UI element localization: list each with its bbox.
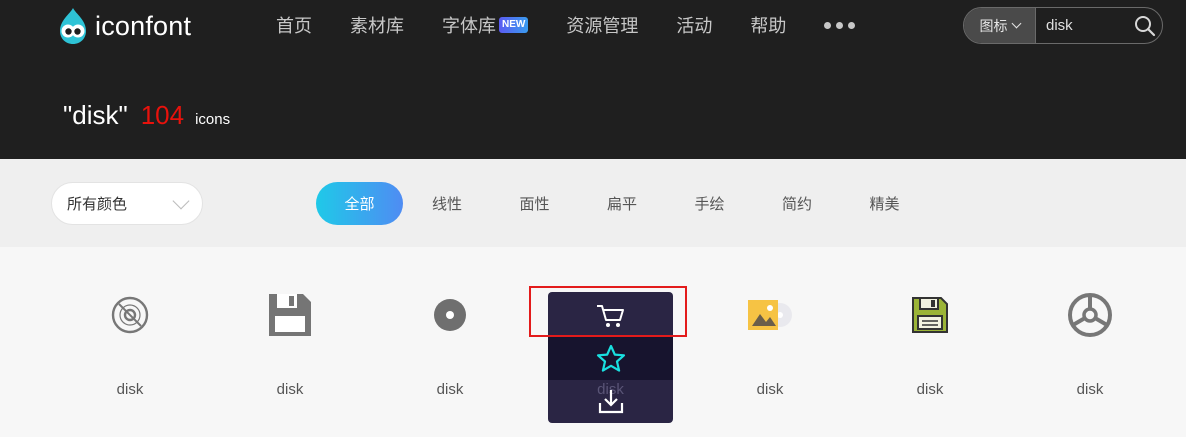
more-icon[interactable] [824, 21, 860, 29]
favorite-button[interactable] [548, 337, 673, 380]
disc-outline-icon [106, 291, 154, 339]
nav-label: 首页 [276, 16, 312, 36]
download-button[interactable] [548, 379, 673, 422]
icon-card[interactable]: disk [370, 247, 530, 437]
icon-label: disk [756, 381, 784, 398]
icon-card[interactable]: disk [50, 247, 210, 437]
icon-label: disk [916, 381, 944, 398]
search-input[interactable] [1036, 17, 1128, 34]
tab-filled[interactable]: 面性 [520, 182, 550, 225]
nav-item-fonts[interactable]: 字体库 NEW [442, 12, 529, 38]
icon-card[interactable]: disk [1010, 247, 1170, 437]
disk-dot-icon [426, 291, 474, 339]
icon-card[interactable]: disk [690, 247, 850, 437]
tab-linear[interactable]: 线性 [432, 182, 462, 225]
floppy-disk-icon [266, 291, 314, 339]
tab-flat[interactable]: 扁平 [607, 182, 637, 225]
download-icon [598, 389, 623, 413]
result-title: "disk" 104 icons [63, 100, 230, 131]
icon-card[interactable]: disk [850, 247, 1010, 437]
icon-label: disk [116, 381, 144, 398]
nav-label: 字体库 [442, 16, 496, 36]
icon-label: disk [1076, 381, 1104, 398]
icon-card[interactable]: disk [210, 247, 370, 437]
nav-item-help[interactable]: 帮助 [750, 12, 786, 38]
iconfont-logo-icon [60, 8, 86, 44]
nav-label: 素材库 [350, 16, 404, 36]
search-type-label: 图标 [979, 17, 1008, 34]
icon-label: disk [276, 381, 304, 398]
tab-fine[interactable]: 精美 [870, 182, 900, 225]
result-count: 104 [140, 100, 185, 130]
nav-label: 帮助 [750, 16, 787, 36]
header: iconfont 首页 素材库 字体库NEW 资源管理 活动 帮助 图标 "di… [0, 0, 1186, 159]
chevron-down-icon [172, 192, 190, 210]
search-icon[interactable] [1128, 8, 1162, 43]
tab-handdrawn[interactable]: 手绘 [695, 182, 725, 225]
main-nav: 首页 素材库 字体库 NEW 资源管理 活动 帮助 [276, 10, 860, 40]
search-bar: 图标 [963, 7, 1163, 44]
nav-item-home[interactable]: 首页 [276, 12, 312, 38]
logo[interactable]: iconfont [55, 6, 191, 46]
style-tabs: 全部 线性 面性 扁平 手绘 简约 精美 [316, 182, 957, 225]
tab-simple[interactable]: 简约 [782, 182, 812, 225]
nav-item-resources[interactable]: 资源管理 [566, 12, 638, 38]
chevron-down-icon [1011, 18, 1021, 29]
floppy-disk-color-icon [906, 291, 954, 339]
nav-item-materials[interactable]: 素材库 [350, 12, 404, 38]
color-filter-select[interactable]: 所有颜色 [51, 182, 203, 225]
highlight-box [529, 286, 687, 337]
search-type-select[interactable]: 图标 [964, 8, 1036, 43]
color-filter-label: 所有颜色 [67, 196, 128, 213]
nav-label: 活动 [676, 16, 713, 36]
new-badge: NEW [499, 17, 529, 33]
nav-item-events[interactable]: 活动 [676, 12, 712, 38]
icon-label: disk [436, 381, 464, 398]
result-unit: icons [195, 111, 231, 128]
star-icon [596, 344, 625, 372]
filter-bar: 所有颜色 全部 线性 面性 扁平 手绘 简约 精美 [0, 159, 1186, 247]
tab-all[interactable]: 全部 [316, 182, 403, 225]
logo-text: iconfont [95, 10, 192, 41]
wheel-disk-icon [1066, 291, 1114, 339]
image-disc-icon [746, 291, 794, 339]
search-query: "disk" [63, 100, 128, 130]
nav-label: 资源管理 [566, 16, 639, 36]
